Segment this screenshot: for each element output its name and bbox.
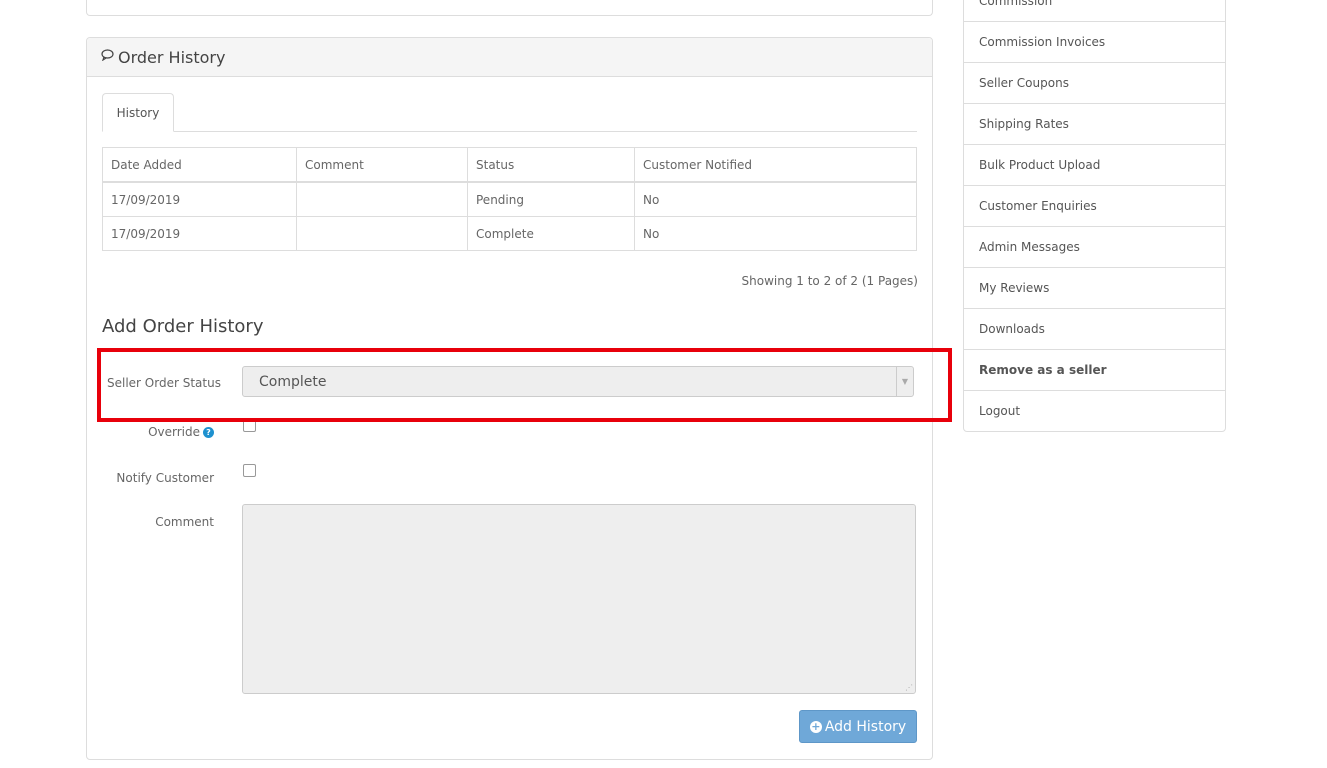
notify-customer-label: Notify Customer [116,471,214,485]
table-header-row: Date Added Comment Status Customer Notif… [102,147,917,183]
tabs: History [102,93,917,132]
comment-label: Comment [155,515,214,529]
table-row: 17/09/2019 Complete No [102,216,917,251]
add-history-button-label: Add History [824,718,907,735]
comment-textarea[interactable]: ⋰ [242,504,916,694]
history-table: Date Added Comment Status Customer Notif… [102,147,917,251]
comment-icon [101,49,114,65]
table-cell: No [634,216,917,251]
table-cell [296,181,468,217]
sidebar-item-customer-enquiries[interactable]: Customer Enquiries [964,186,1225,227]
tab-history[interactable]: History [102,93,174,132]
sidebar-item-my-reviews[interactable]: My Reviews [964,268,1225,309]
table-row: 17/09/2019 Pending No [102,181,917,217]
seller-sidebar: Commission Commission Invoices Seller Co… [963,0,1226,432]
highlight-box [97,348,952,422]
notify-customer-checkbox[interactable] [243,464,256,477]
column-header: Date Added [102,147,297,183]
resize-handle-icon[interactable]: ⋰ [905,683,913,692]
table-cell: Complete [467,216,635,251]
sidebar-item-bulk-product-upload[interactable]: Bulk Product Upload [964,145,1225,186]
sidebar-item-seller-coupons[interactable]: Seller Coupons [964,63,1225,104]
previous-panel [86,0,933,16]
table-cell [296,216,468,251]
override-label: Override [148,425,200,439]
sidebar-item-admin-messages[interactable]: Admin Messages [964,227,1225,268]
override-label-group: Override? [148,425,214,439]
add-history-title: Add Order History [102,316,264,337]
help-icon[interactable]: ? [203,427,214,438]
add-history-button[interactable]: + Add History [799,710,917,743]
table-cell: No [634,181,917,217]
sidebar-item-logout[interactable]: Logout [964,391,1225,431]
column-header: Comment [296,147,468,183]
column-header: Customer Notified [634,147,917,183]
sidebar-item-remove-seller[interactable]: Remove as a seller [964,350,1225,391]
table-cell: Pending [467,181,635,217]
sidebar-item-commission-invoices[interactable]: Commission Invoices [964,22,1225,63]
sidebar-item-downloads[interactable]: Downloads [964,309,1225,350]
sidebar-item-shipping-rates[interactable]: Shipping Rates [964,104,1225,145]
pagination-info: Showing 1 to 2 of 2 (1 Pages) [741,274,918,288]
sidebar-item-commission[interactable]: Commission [964,0,1225,22]
table-cell: 17/09/2019 [102,216,297,251]
plus-circle-icon: + [809,719,822,733]
column-header: Status [467,147,635,183]
table-cell: 17/09/2019 [102,181,297,217]
panel-heading: Order History [87,38,932,77]
panel-title: Order History [118,47,226,67]
